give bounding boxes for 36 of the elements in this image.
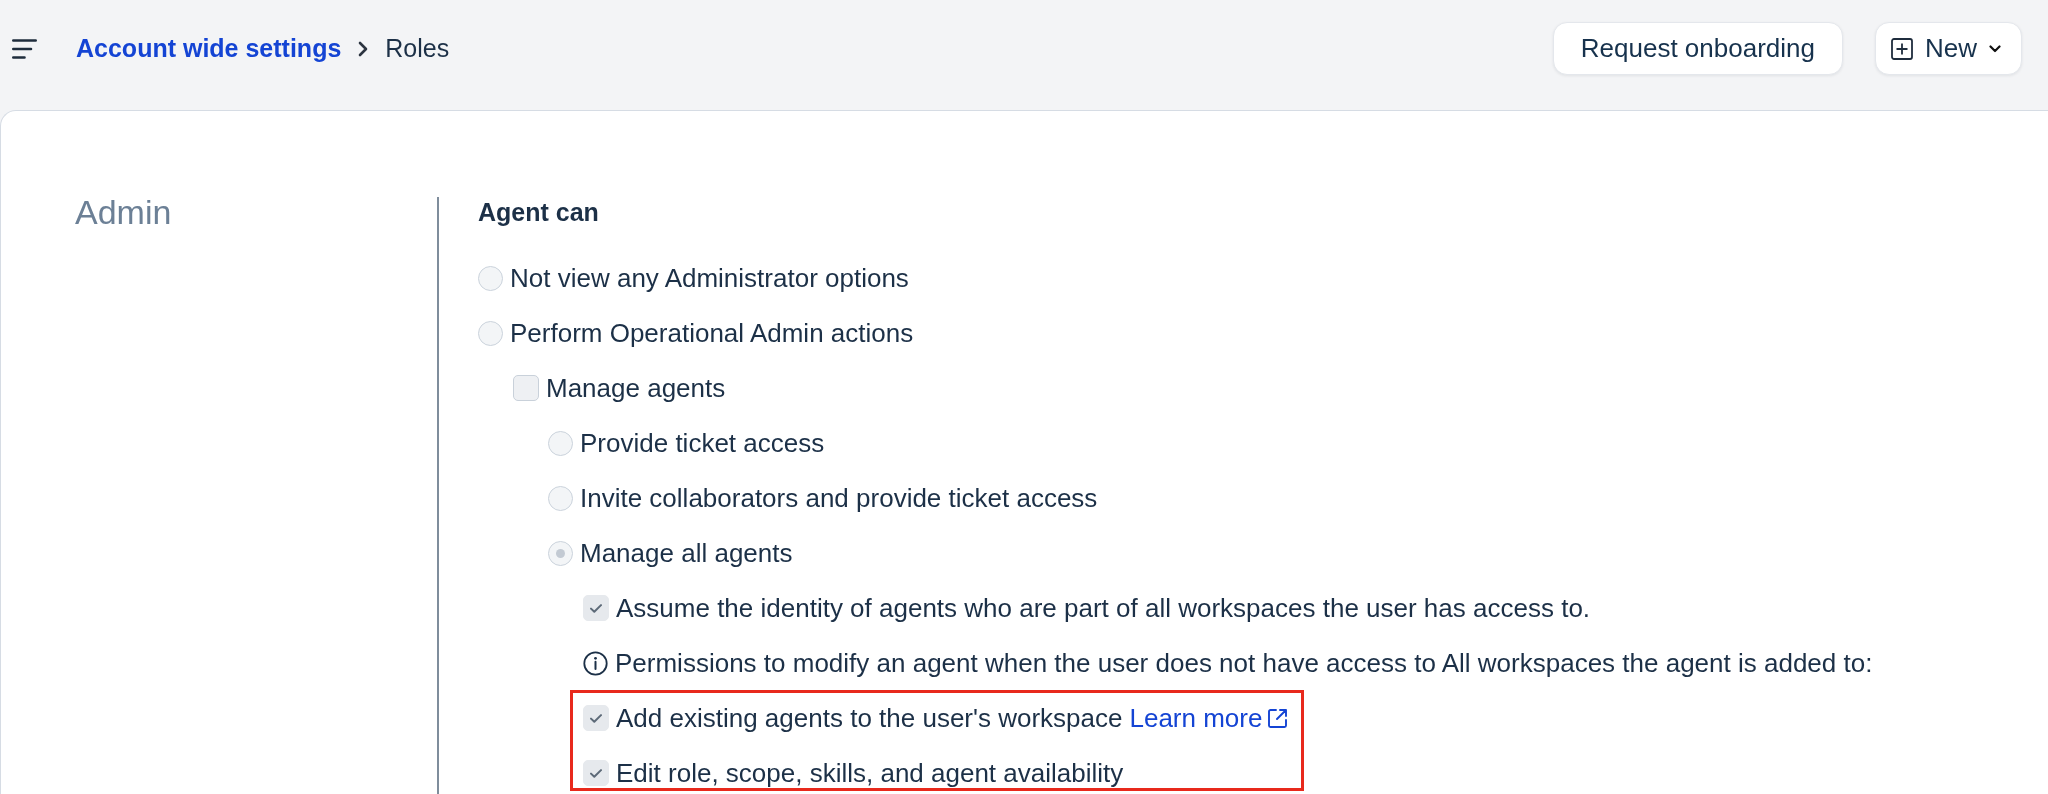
button-label: New <box>1925 33 1977 64</box>
check-icon <box>590 768 602 778</box>
caret-down-icon <box>1989 44 2001 53</box>
radio-button[interactable] <box>548 540 573 566</box>
option-label: Not view any Administrator options <box>510 263 909 293</box>
new-button[interactable]: New <box>1875 22 2022 75</box>
option-label: Invite collaborators and provide ticket access <box>580 483 1098 513</box>
radio-button[interactable] <box>548 430 573 456</box>
breadcrumb-current: Roles <box>385 34 450 63</box>
option-label: Assume the identity of agents who are part of all workspaces the user has access to. <box>616 593 1591 623</box>
options-heading: Agent can <box>478 197 599 227</box>
checkbox[interactable] <box>583 595 609 621</box>
checkbox[interactable] <box>583 760 609 786</box>
learn-more-link[interactable]: Learn more <box>1129 702 1290 734</box>
option-label: Add existing agents to the user's workspace <box>616 703 1123 733</box>
radio-button[interactable] <box>478 265 503 291</box>
menu-icon[interactable] <box>12 38 37 59</box>
radio-button[interactable] <box>478 320 503 346</box>
radio-button[interactable] <box>548 485 573 511</box>
section-title: Admin <box>75 193 172 231</box>
option-label: Permissions to modify an agent when the user does not have access to All workspaces the agent is added to: <box>615 648 1873 678</box>
check-icon <box>590 713 602 723</box>
breadcrumb-link[interactable]: Account wide settings <box>76 34 342 63</box>
checkbox[interactable] <box>513 375 539 401</box>
info-icon <box>583 650 608 676</box>
plus-square-icon <box>1891 37 1913 60</box>
action-button[interactable]: Request onboarding <box>1552 22 1843 75</box>
chevron-right-icon <box>358 40 369 57</box>
checkbox[interactable] <box>583 705 609 731</box>
option-label: Provide ticket access <box>580 428 825 458</box>
option-label: Manage all agents <box>580 538 793 568</box>
option-label: Manage agents <box>546 373 726 403</box>
option-label: Perform Operational Admin actions <box>510 318 914 348</box>
external-link-icon <box>1266 706 1290 730</box>
check-icon <box>590 603 602 613</box>
option-label: Edit role, scope, skills, and agent availability <box>616 758 1124 788</box>
